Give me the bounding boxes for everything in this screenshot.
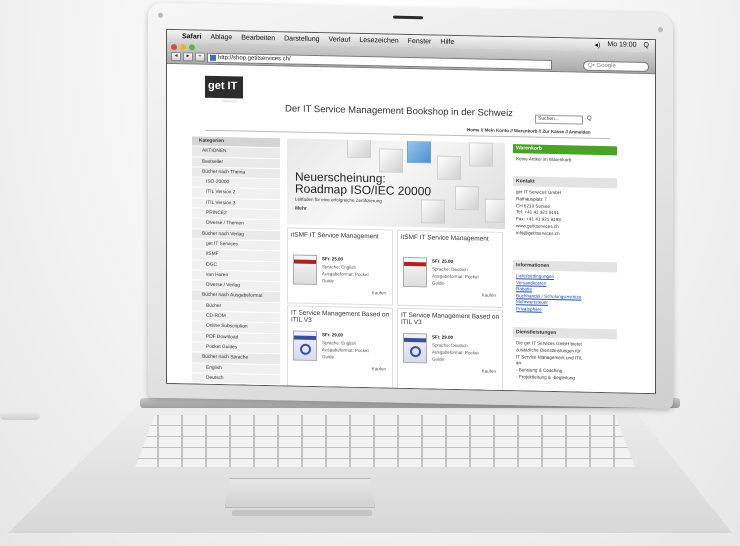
search-icon[interactable]: Q (587, 116, 592, 122)
power-cable (0, 412, 40, 420)
book-cover-image[interactable] (293, 330, 317, 362)
book-cover-image[interactable] (403, 332, 427, 364)
product-title[interactable]: itSMF IT Service Management (291, 231, 391, 240)
forward-button[interactable]: ▸ (183, 52, 193, 62)
lid-screw-right (658, 27, 663, 33)
product-format: Ausgabeformat: Pocket (322, 347, 369, 354)
minimize-window-icon[interactable] (180, 44, 186, 51)
site-search-input[interactable]: Suchen... (535, 114, 583, 125)
cart-empty-text: Keine Artikel im Warenkorb. (516, 156, 573, 163)
banner-cube (437, 155, 461, 181)
photo-background: Safari Ablage Bearbeiten Darstellung Ver… (0, 0, 740, 546)
banner-cube (379, 148, 403, 173)
nav-buttons: ◂ ▸ + (171, 51, 205, 62)
buy-button[interactable]: Kaufen (482, 292, 496, 297)
site-title: Der IT Service Management Bookshop in de… (285, 103, 513, 120)
web-page: get IT SERVICES Der IT Service Managemen… (167, 64, 656, 395)
menu-darstellung[interactable]: Darstellung (284, 35, 319, 43)
product-format-cont: Guide (322, 278, 335, 284)
back-button[interactable]: ◂ (171, 51, 181, 62)
laptop-lid: Safari Ablage Bearbeiten Darstellung Ver… (148, 2, 673, 409)
volume-icon[interactable]: ◂) (595, 41, 601, 49)
services-text: Die get IT Services GmbH bietet zusätzli… (513, 337, 617, 386)
product-title[interactable]: itSMF IT Service Management (401, 234, 501, 243)
keyboard (135, 415, 635, 467)
product-card[interactable]: itSMF IT Service Management SFr. 25.00 S… (397, 229, 503, 308)
google-search-field[interactable]: Q• Google (583, 60, 649, 72)
services-box: Dienstleistungen Die get IT Services Gmb… (513, 327, 617, 386)
contact-email[interactable]: info@getitservices.ch (516, 230, 614, 239)
laptop-photo: Safari Ablage Bearbeiten Darstellung Ver… (0, 0, 740, 546)
contact-details: get IT Services GmbH Rathausplatz 7 CH 6… (513, 186, 617, 242)
product-price: SFr. 25.00 (322, 256, 344, 262)
menubar-clock[interactable]: Mo 19:00 (607, 41, 636, 50)
menu-verlauf[interactable]: Verlauf (329, 36, 351, 43)
product-title[interactable]: IT Service Management Based on ITIL V3 (401, 312, 501, 328)
add-bookmark-button[interactable]: + (195, 52, 205, 62)
hero-title-line2: Roadmap ISO/IEC 20000 (295, 181, 432, 199)
services-line: - Projektleitung & -begleitung (516, 374, 575, 381)
info-box: Informationen Lieferbedingungen Versandk… (513, 260, 617, 315)
contact-box: Kontakt get IT Services GmbH Rathausplat… (513, 176, 617, 242)
product-language: Sprache: Deutsch (432, 266, 468, 273)
category-sidebar: Kategorien AKTIONEN Bestseller Bücher na… (192, 136, 280, 386)
sidebar-item-deutsch[interactable]: Deutsch (192, 373, 280, 386)
hero-banner[interactable]: Neuerscheinung: Roadmap ISO/IEC 20000 Le… (287, 138, 505, 229)
product-card[interactable]: itSMF IT Service Management SFr. 25.00 S… (287, 227, 393, 306)
menu-fenster[interactable]: Fenster (408, 37, 432, 44)
camera-slot (393, 15, 423, 20)
site-logo[interactable]: get IT (205, 75, 243, 99)
banner-cube-blue (407, 138, 431, 164)
menu-bearbeiten[interactable]: Bearbeiten (241, 34, 275, 42)
product-title[interactable]: IT Service Management Based on ITIL V3 (291, 309, 391, 325)
lid-screw-left (158, 12, 163, 18)
book-cover-image[interactable] (293, 254, 317, 286)
buy-button[interactable]: Kaufen (372, 366, 386, 371)
menu-ablage[interactable]: Ablage (210, 33, 232, 40)
product-format: Ausgabeformat: Pocket (432, 349, 479, 356)
banner-cube (347, 138, 371, 159)
product-price: SFr. 25.00 (432, 258, 454, 264)
buy-button[interactable]: Kaufen (482, 368, 496, 373)
product-card[interactable]: IT Service Management Based on ITIL V3 S… (397, 307, 503, 392)
product-format-cont: Guide (322, 354, 335, 360)
hero-subtitle: Leitfaden für eine erfolgreiche Zertifiz… (295, 196, 382, 204)
site-logo-subtitle: SERVICES (222, 99, 238, 104)
product-card[interactable]: IT Service Management Based on ITIL V3 S… (287, 305, 393, 390)
product-language: Sprache: English (322, 340, 357, 346)
hero-more-link[interactable]: Mehr (295, 206, 307, 212)
menu-app-name[interactable]: Safari (182, 33, 201, 40)
product-format-cont: Guide (432, 356, 445, 362)
product-price: SFr. 29.00 (432, 334, 454, 340)
product-format: Ausgabeformat: Pocket (432, 273, 479, 280)
banner-cube (455, 185, 479, 211)
top-navigation[interactable]: Home // Mein Konto // Warenkorb // Zur K… (467, 127, 591, 135)
trackpad (225, 478, 375, 508)
product-format-cont: Guide (432, 280, 445, 286)
menu-hilfe[interactable]: Hilfe (440, 38, 454, 45)
product-language: Sprache: Deutsch (432, 342, 468, 349)
favicon-icon (210, 54, 216, 61)
buy-button[interactable]: Kaufen (372, 290, 386, 295)
zoom-window-icon[interactable] (189, 44, 195, 51)
product-format: Ausgabeformat: Pocket (322, 271, 369, 278)
banner-cube (421, 199, 445, 224)
menu-lesezeichen[interactable]: Lesezeichen (359, 36, 398, 44)
spotlight-icon[interactable]: Q (644, 42, 649, 50)
info-link-privatsphaere[interactable]: Privatsphäre (513, 306, 617, 315)
hero-title: Neuerscheinung: Roadmap ISO/IEC 20000 (295, 170, 432, 199)
book-cover-image[interactable] (403, 256, 427, 288)
product-language: Sprache: English (322, 264, 357, 270)
banner-cube (469, 142, 493, 167)
window-controls (171, 43, 195, 51)
product-price: SFr. 29.00 (322, 332, 344, 338)
trackpad-button (232, 510, 372, 516)
laptop-screen: Safari Ablage Bearbeiten Darstellung Ver… (166, 28, 656, 395)
banner-cube (485, 198, 505, 224)
address-bar-url: http://shop.getitservices.ch/ (218, 54, 291, 63)
close-window-icon[interactable] (171, 43, 177, 51)
cart-box: Warenkorb Keine Artikel im Warenkorb. (513, 144, 617, 168)
